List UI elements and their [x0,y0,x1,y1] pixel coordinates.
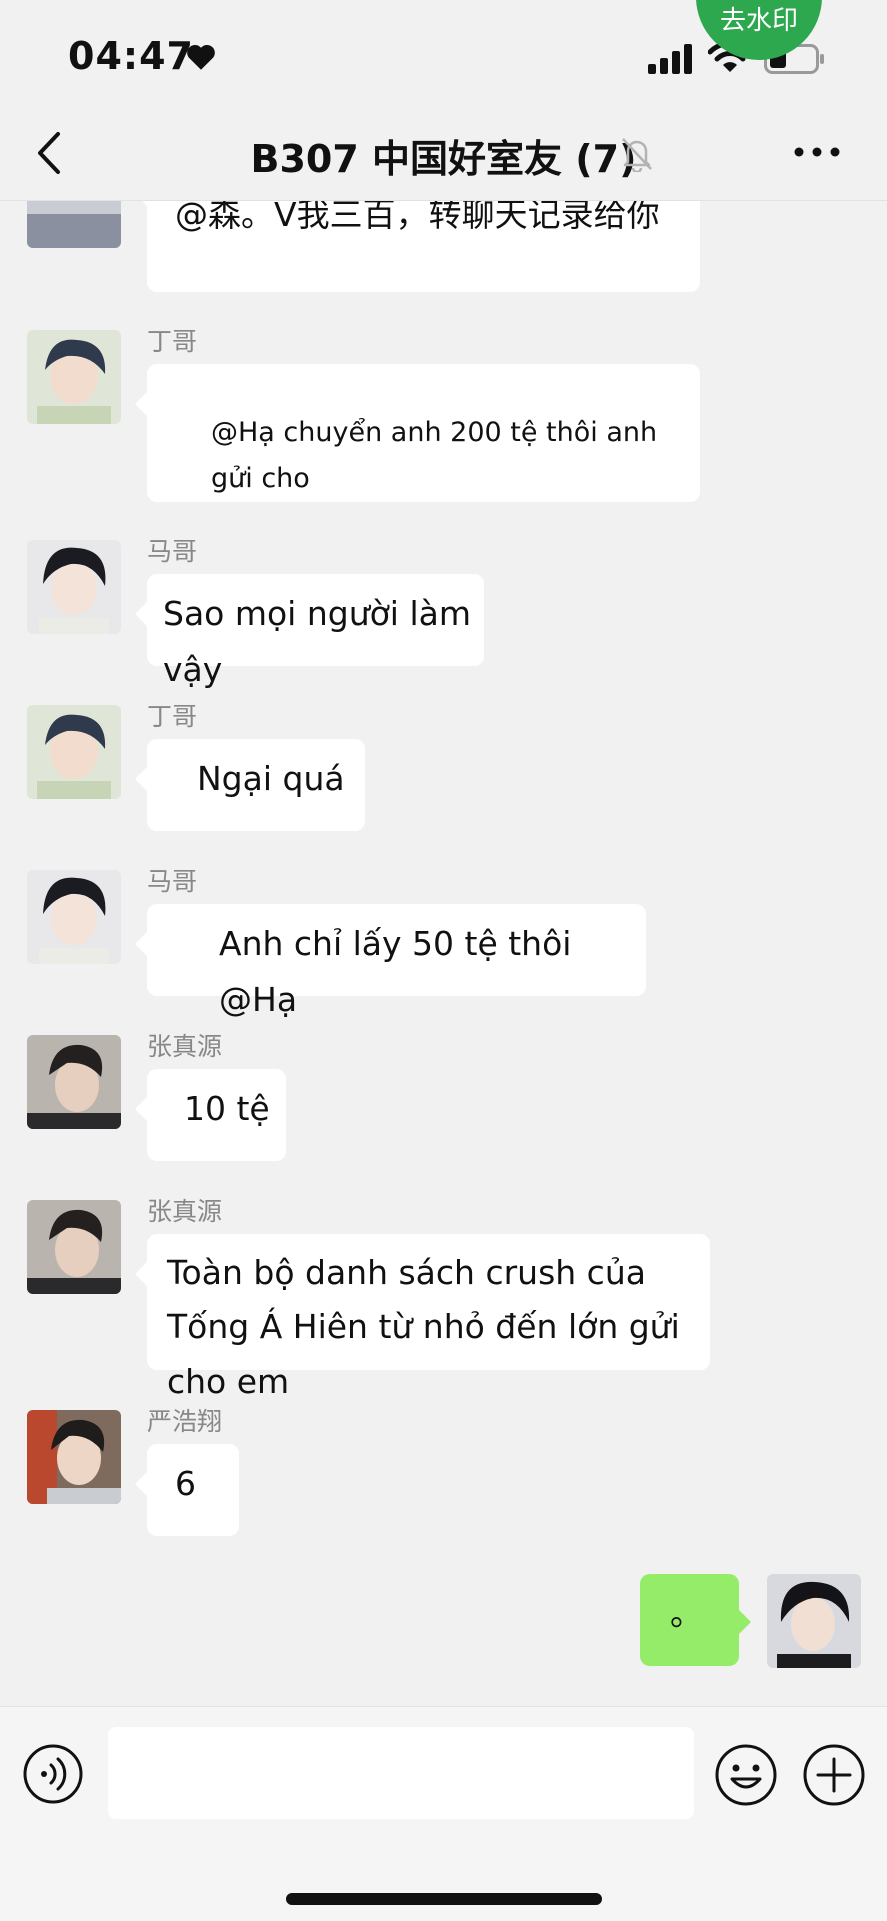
message-bubble[interactable]: @森。V我三百，转聊天记录给你 [135,200,700,292]
message-text: Ngại quá [197,759,345,798]
sender-name: 严浩翔 [147,1407,223,1436]
status-time: 04:47 [68,34,194,78]
message-text: Sao mọi người làm vậy [163,594,472,690]
message-text: @Hạ chuyển anh 200 tệ thôi anh gửi cho [211,417,658,494]
avatar[interactable] [27,540,121,634]
message-text: @森。V我三百，转聊天记录给你 [175,200,660,234]
input-bar [0,1706,887,1921]
message-bubble[interactable]: Anh chỉ lấy 50 tệ thôi @Hạ [135,904,646,1019]
bell-muted-icon [622,138,652,172]
avatar[interactable] [27,330,121,424]
message-text: Anh chỉ lấy 50 tệ thôi @Hạ [219,924,572,1020]
avatar[interactable] [27,1035,121,1129]
avatar-self[interactable] [767,1574,861,1668]
plus-icon[interactable] [802,1743,866,1807]
emoji-icon[interactable] [714,1743,778,1807]
message-bubble[interactable]: @Hạ chuyển anh 200 tệ thôi anh gửi cho [135,364,700,502]
chat-title: B307 中国好室友 (7) [250,137,637,181]
avatar[interactable] [27,870,121,964]
message-bubble[interactable]: 6 [135,1444,239,1536]
sender-name: 张真源 [147,1032,223,1061]
home-indicator[interactable] [286,1893,602,1905]
message-bubble[interactable]: Ngại quá [135,739,365,831]
message-bubble-sent[interactable]: 。 [640,1574,751,1666]
message-text: 6 [175,1464,196,1503]
more-dots-icon[interactable] [790,132,844,172]
sender-name: 张真源 [147,1197,223,1226]
sender-name: 马哥 [147,537,198,566]
avatar[interactable] [27,1200,121,1294]
sender-name: 丁哥 [147,327,198,356]
message-input[interactable] [108,1727,694,1819]
avatar[interactable] [27,1410,121,1504]
sender-name: 丁哥 [147,702,198,731]
cellular-signal-icon [648,44,692,74]
avatar[interactable] [27,200,121,248]
voice-input-icon[interactable] [22,1743,84,1805]
chat-header: B307 中国好室友 (7) [0,110,887,201]
message-text: 10 tệ [184,1089,270,1128]
sender-name: 马哥 [147,867,198,896]
message-bubble[interactable]: 10 tệ [135,1069,286,1161]
heart-icon [187,44,215,70]
message-list[interactable]: @森。V我三百，转聊天记录给你 丁哥 @Hạ chuyển anh 200 tệ… [0,200,887,1705]
avatar[interactable] [27,705,121,799]
badge-label: 去水印 [719,6,798,36]
message-text: 。 [670,1594,703,1633]
message-text: Toàn bộ danh sách crush của Tống Á Hiên … [167,1253,680,1401]
message-bubble[interactable]: Sao mọi người làm vậy [135,574,484,689]
message-bubble[interactable]: Toàn bộ danh sách crush của Tống Á Hiên … [135,1234,710,1401]
